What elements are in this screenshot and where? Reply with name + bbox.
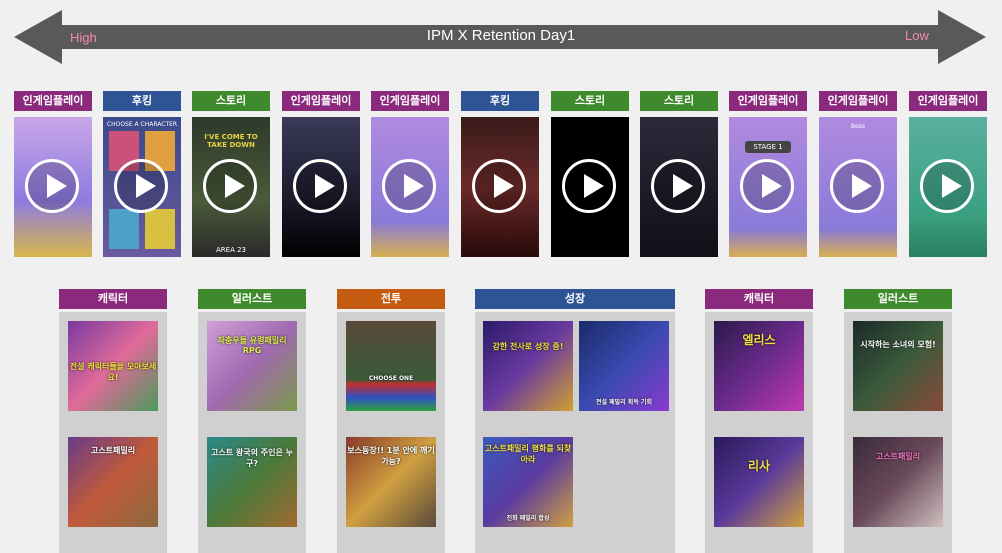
ad-image[interactable]: 시작하는 소녀의 모험! (853, 321, 943, 411)
image-column: 전설 캐릭터들을 모아보세요! 고스트패밀리 (59, 312, 167, 553)
ad-image[interactable]: 전설 캐릭터들을 모아보세요! (68, 321, 158, 411)
ad-caption: 엘리스 (742, 333, 776, 347)
image-column: 강한 전사로 성장 중! 전설 패밀리 획득 기회 고스트패밀리 평화를 되찾아… (475, 312, 675, 553)
play-icon[interactable] (114, 159, 168, 213)
video-thumbnail[interactable]: I'VE COME TO TAKE DOWN AREA 23 (192, 117, 270, 257)
ad-caption: 진화 패밀리 합성 (506, 515, 550, 522)
video-thumbnail[interactable] (909, 117, 987, 257)
ad-image[interactable]: 전설 패밀리 획득 기회 (579, 321, 669, 411)
video-thumbnail[interactable] (371, 117, 449, 257)
video-thumbnail[interactable]: Boss (819, 117, 897, 257)
image-column: 시작하는 소녀의 모험! 고스트패밀리 (844, 312, 952, 553)
video-label: 인게임플레이 (819, 91, 897, 111)
video-thumbnail[interactable]: CHOOSE A CHARACTER (103, 117, 181, 257)
video-caption: STAGE 1 (745, 141, 791, 153)
arrow-title: IPM X Retention Day1 (426, 27, 576, 44)
ad-caption: 리사 (747, 459, 771, 473)
ad-caption: 전설 패밀리 획득 기회 (596, 399, 652, 406)
video-label: 스토리 (640, 91, 718, 111)
ad-caption: 고스트패밀리 평화를 되찾아라 (484, 444, 572, 464)
video-thumbnail[interactable]: STAGE 1 (729, 117, 807, 257)
ad-caption: 고스트패밀리 (90, 446, 136, 455)
ad-image[interactable]: 고스트패밀리 (853, 437, 943, 527)
ad-caption: 보스등장!! 1분 안에 깨기 가능? (347, 446, 435, 466)
play-icon[interactable] (920, 159, 974, 213)
video-label: 인게임플레이 (729, 91, 807, 111)
video-thumbnail[interactable] (282, 117, 360, 257)
video-thumbnail[interactable] (14, 117, 92, 257)
play-icon[interactable] (203, 159, 257, 213)
ad-image[interactable]: 고스트패밀리 (68, 437, 158, 527)
play-icon[interactable] (562, 159, 616, 213)
group-label: 일러스트 (844, 289, 952, 309)
ad-caption: 시작하는 소녀의 모험! (860, 340, 936, 349)
video-caption: CHOOSE A CHARACTER (106, 121, 178, 128)
ad-caption: 고스트패밀리 (875, 452, 921, 461)
ad-image[interactable]: CHOOSE ONE (346, 321, 436, 411)
image-column: 엘리스 리사 (705, 312, 813, 553)
group-label: 캐릭터 (705, 289, 813, 309)
ad-image[interactable]: 좌충우돌 유령패밀리 RPG (207, 321, 297, 411)
image-column: CHOOSE ONE 보스등장!! 1분 안에 깨기 가능? (337, 312, 445, 553)
ad-caption: CHOOSE ONE (368, 375, 414, 382)
group-label: 일러스트 (198, 289, 306, 309)
video-caption: AREA 23 (216, 246, 246, 254)
image-column: 좌충우돌 유령패밀리 RPG 고스트 왕국의 주인은 누구? (198, 312, 306, 553)
video-label: 후킹 (103, 91, 181, 111)
group-label: 성장 (475, 289, 675, 309)
video-label: 스토리 (551, 91, 629, 111)
play-icon[interactable] (293, 159, 347, 213)
video-caption: I'VE COME TO TAKE DOWN (204, 133, 258, 149)
ad-image[interactable]: 고스트 왕국의 주인은 누구? (207, 437, 297, 527)
play-icon[interactable] (25, 159, 79, 213)
video-thumbnail[interactable] (640, 117, 718, 257)
ad-image[interactable]: 보스등장!! 1분 안에 깨기 가능? (346, 437, 436, 527)
ad-caption: 강한 전사로 성장 중! (492, 342, 564, 351)
video-thumbnail[interactable] (461, 117, 539, 257)
video-label: 인게임플레이 (282, 91, 360, 111)
play-icon[interactable] (382, 159, 436, 213)
play-icon[interactable] (830, 159, 884, 213)
ad-caption: 전설 캐릭터들을 모아보세요! (69, 362, 157, 382)
group-label: 캐릭터 (59, 289, 167, 309)
ad-image[interactable]: 강한 전사로 성장 중! (483, 321, 573, 411)
ad-image[interactable]: 엘리스 (714, 321, 804, 411)
ad-image[interactable]: 리사 (714, 437, 804, 527)
video-label: 후킹 (461, 91, 539, 111)
play-icon[interactable] (740, 159, 794, 213)
video-caption: Boss (850, 123, 866, 130)
ad-image[interactable]: 고스트패밀리 평화를 되찾아라 진화 패밀리 합성 (483, 437, 573, 527)
video-label: 인게임플레이 (14, 91, 92, 111)
play-icon[interactable] (472, 159, 526, 213)
ad-caption: 좌충우돌 유령패밀리 RPG (217, 336, 287, 355)
low-label: Low (905, 28, 929, 43)
video-label: 인게임플레이 (371, 91, 449, 111)
ad-caption: 고스트 왕국의 주인은 누구? (211, 448, 293, 468)
group-label: 전투 (337, 289, 445, 309)
video-label: 스토리 (192, 91, 270, 111)
video-thumbnail[interactable] (551, 117, 629, 257)
play-icon[interactable] (651, 159, 705, 213)
video-label: 인게임플레이 (909, 91, 987, 111)
high-label: High (70, 30, 97, 45)
